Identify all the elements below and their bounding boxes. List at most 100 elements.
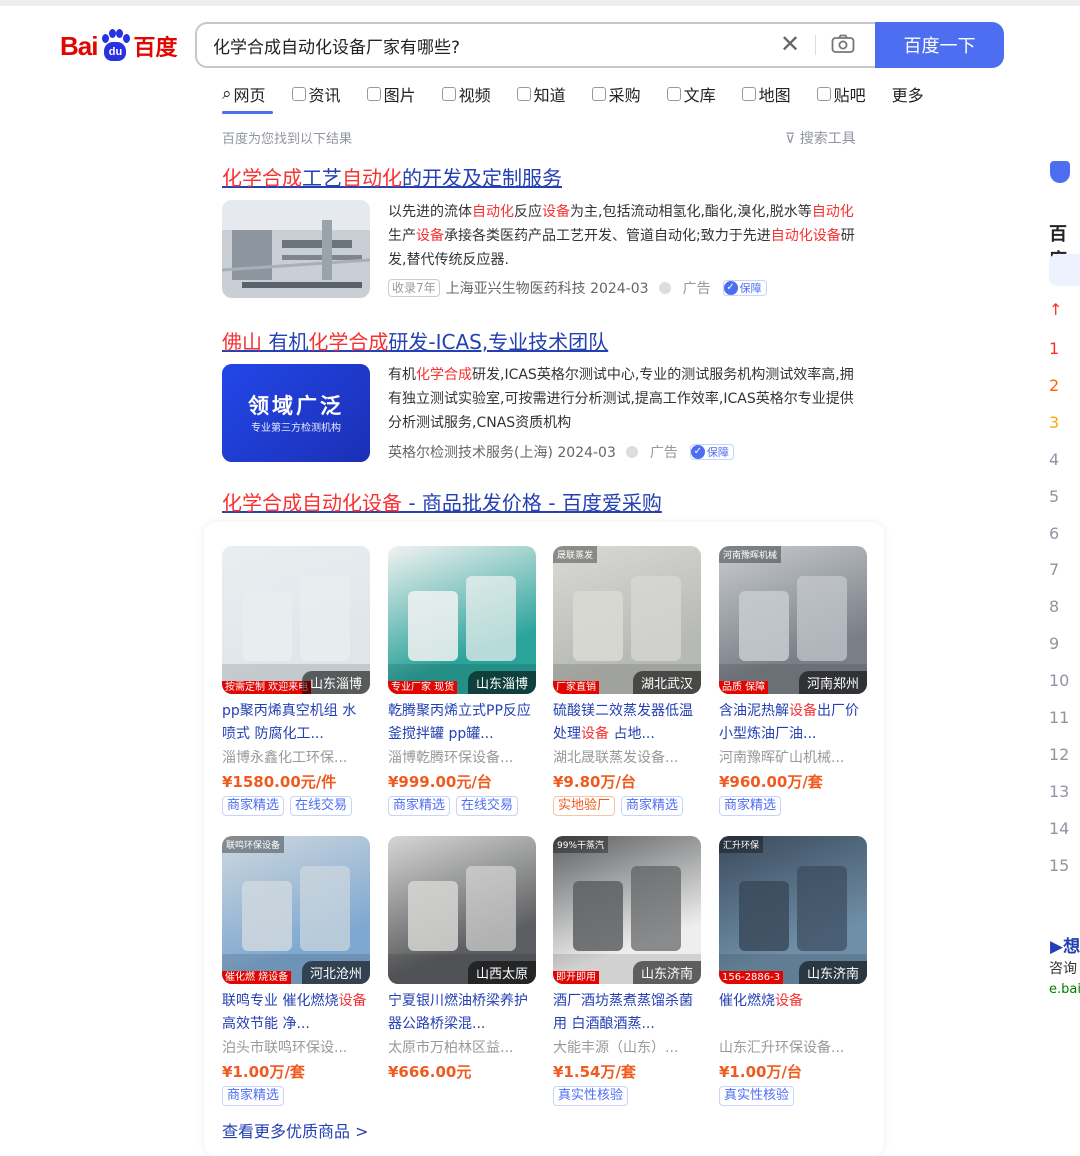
product-item[interactable]: 联鸣环保设备 催化燃 烧设备 河北沧州联鸣专业 催化燃烧设备 高效节能 净... 泊头… [222,836,370,1106]
ad-thumbnail[interactable]: 领域广泛 专业第三方检测机构 [222,364,370,462]
search-tools-button[interactable]: ⊽ 搜索工具 [785,128,856,148]
product-image[interactable]: 河南豫晖机械 品质 保障 河南郑州 [719,546,867,694]
highlight-term: 化学合成 [222,166,302,190]
highlight-term: 化学合成自动化设备 [222,491,402,515]
hot-search-rank[interactable]: 9 [1049,634,1079,653]
product-corner-label: 河南豫晖机械 [719,546,782,563]
product-seller[interactable]: 山东汇升环保设备... [719,1036,867,1060]
hot-search-rank[interactable]: 1 [1049,339,1079,358]
product-image[interactable]: 山西太原 [388,836,536,984]
hot-search-rank[interactable]: 7 [1049,560,1079,579]
tab-10[interactable]: 更多 [892,82,924,106]
ad-result-title[interactable]: 化学合成工艺自动化的开发及定制服务 [222,162,562,191]
product-seller[interactable]: 淄博永鑫化工环保... [222,746,370,770]
ad-source[interactable]: 英格尔检测技术服务(上海) 2024-03 [388,442,616,462]
product-item[interactable]: 晟联蒸发 厂家直销 湖北武汉硫酸镁二效蒸发器低温处理设备 占地... 湖北晟联蒸发设备… [553,546,701,816]
search-button[interactable]: 百度一下 [875,22,1004,68]
hot-search-rank[interactable]: 2 [1049,376,1079,395]
search-input[interactable] [213,35,773,55]
product-seller[interactable]: 大能丰源（山东）... [553,1036,701,1060]
logo-text-bai: Bai [60,30,98,61]
product-item[interactable]: 99%干蒸汽 即开即用 山东济南酒厂酒坊蒸煮蒸馏杀菌用 白酒酿酒蒸... 大能丰源（山… [553,836,701,1106]
want-to-know-link[interactable]: ▶想 [1050,932,1080,957]
product-image[interactable]: 99%干蒸汽 即开即用 山东济南 [553,836,701,984]
product-title[interactable]: 含油泥热解设备出厂价 小型炼油厂油... [719,700,867,746]
product-title[interactable]: 乾腾聚丙烯立式PP反应釜搅拌罐 pp罐... [388,700,536,746]
product-image[interactable]: 专业厂家 现货 山东淄博 [388,546,536,694]
product-price: ¥1580.00元/件 [222,773,337,791]
hot-search-rank[interactable]: 12 [1049,745,1079,764]
product-location: 山东淄博 [467,671,536,694]
product-item[interactable]: 专业厂家 现货 山东淄博乾腾聚丙烯立式PP反应釜搅拌罐 pp罐... 淄博乾腾环保设… [388,546,536,816]
text-segment: 催化燃烧 [719,993,775,1009]
tab-5[interactable]: 知道 [516,82,566,106]
product-image[interactable]: 联鸣环保设备 催化燃 烧设备 河北沧州 [222,836,370,984]
hot-search-rank[interactable]: 14 [1049,819,1079,838]
product-title[interactable]: 联鸣专业 催化燃烧设备 高效节能 净... [222,990,370,1036]
product-location: 山西太原 [467,961,536,984]
more-products-link[interactable]: 查看更多优质商品 > [222,1118,369,1142]
guarantee-badge[interactable]: ✓ 保障 [689,444,734,460]
tab-3[interactable]: 图片 [366,82,416,106]
tab-label: 知道 [533,86,566,105]
ad-label: 广告 [649,445,678,461]
check-icon: ✓ [690,445,705,459]
tab-label: 网页 [233,86,266,105]
check-icon: ✓ [723,281,738,295]
ad-source[interactable]: 上海亚兴生物医药科技 2024-03 [446,278,649,298]
baidu-logo[interactable]: Bai du 百度 [60,26,177,66]
hot-search-rank[interactable]: 5 [1049,487,1079,506]
product-item[interactable]: 按需定制 欢迎来电 山东淄博 pp聚丙烯真空机组 水喷式 防腐化工... 淄博永鑫化工… [222,546,370,816]
clear-icon[interactable]: ✕ [780,32,800,56]
product-item[interactable]: 汇升环保 156-2886-3 山东济南 催化燃烧设备 山东汇升环保设备... ¥1.00… [719,836,867,1106]
filter-icon: ⊽ [785,131,796,147]
product-title[interactable]: pp聚丙烯真空机组 水喷式 防腐化工... [222,700,370,746]
product-item[interactable]: 河南豫晖机械 品质 保障 河南郑州含油泥热解设备出厂价 小型炼油厂油... 河南豫晖矿… [719,546,867,816]
hot-search-rank[interactable]: 13 [1049,782,1079,801]
tab-6[interactable]: 采购 [591,82,641,106]
product-seller[interactable]: 泊头市联鸣环保设... [222,1036,370,1060]
product-seller[interactable]: 河南豫晖矿山机械... [719,746,867,770]
hot-search-rank[interactable]: 10 [1049,671,1079,690]
tab-4[interactable]: 视频 [441,82,491,106]
camera-icon[interactable] [831,34,855,54]
product-title[interactable]: 硫酸镁二效蒸发器低温处理设备 占地... [553,700,701,746]
hot-search-rank[interactable]: 6 [1049,524,1079,543]
product-title[interactable]: 酒厂酒坊蒸煮蒸馏杀菌用 白酒酿酒蒸... [553,990,701,1036]
product-promo-badge: 156-2886-3 [719,971,784,984]
product-price: ¥9.80万/台 [553,773,636,791]
tab-label: 更多 [891,86,924,105]
product-image[interactable]: 按需定制 欢迎来电 山东淄博 [222,546,370,694]
guarantee-label: 保障 [739,282,762,295]
hot-search-tab[interactable] [1049,254,1080,286]
text-segment: pp聚丙烯真空机组 水喷式 防腐化工... [222,703,357,742]
product-title[interactable]: 催化燃烧设备 [719,990,867,1036]
hot-search-rank[interactable]: 11 [1049,708,1079,727]
tab-1[interactable]: ⌕ 网页 [222,82,266,106]
tab-2[interactable]: 资讯 [291,82,341,106]
product-seller[interactable]: 太原市万柏林区益... [388,1036,536,1060]
product-item[interactable]: 山西太原 宁夏银川燃油桥梁养护器公路桥梁混... 太原市万柏林区益... ¥666.0… [388,836,536,1084]
hot-search-rank[interactable]: 8 [1049,597,1079,616]
tab-8[interactable]: 地图 [741,82,791,106]
tab-label: 采购 [608,86,641,105]
hot-search-rank[interactable]: 15 [1049,856,1079,875]
ask-url[interactable]: e.bai [1049,982,1080,997]
text-segment: 有机 [262,330,309,354]
product-image[interactable]: 汇升环保 156-2886-3 山东济南 [719,836,867,984]
ad-thumbnail[interactable] [222,200,370,298]
tab-9[interactable]: 贴吧 [816,82,866,106]
ad-result-title[interactable]: 佛山 有机化学合成研发-ICAS,专业技术团队 [222,326,608,355]
product-seller[interactable]: 湖北晟联蒸发设备... [553,746,701,770]
hot-search-rank[interactable]: 4 [1049,450,1079,469]
shopping-result-title[interactable]: 化学合成自动化设备 - 商品批发价格 - 百度爱采购 [222,487,662,516]
hot-search-rank[interactable]: 3 [1049,413,1079,432]
highlight-term: 设备 [789,703,817,719]
text-segment: 工艺 [302,166,342,190]
product-corner-label: 联鸣环保设备 [222,836,285,853]
tab-7[interactable]: 文库 [666,82,716,106]
product-seller[interactable]: 淄博乾腾环保设备... [388,746,536,770]
product-title[interactable]: 宁夏银川燃油桥梁养护器公路桥梁混... [388,990,536,1036]
guarantee-badge[interactable]: ✓ 保障 [722,280,767,296]
product-image[interactable]: 晟联蒸发 厂家直销 湖北武汉 [553,546,701,694]
